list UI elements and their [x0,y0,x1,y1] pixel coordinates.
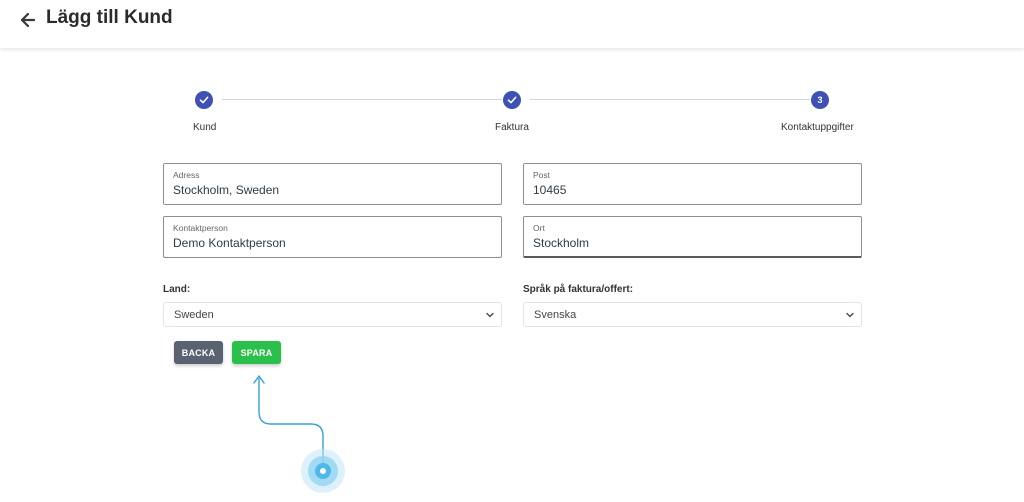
step-3-label: Kontaktuppgifter [781,122,854,133]
chevron-down-icon [486,312,494,318]
top-bar: Lägg till Kund [0,0,1024,48]
post-value[interactable]: 10465 [533,183,833,197]
country-select-value: Sweden [174,308,214,321]
contact-person-field[interactable]: Kontaktperson Demo Kontaktperson [163,216,502,258]
step-number: 3 [817,95,823,105]
city-field[interactable]: Ort Stockholm [523,216,862,258]
click-point-icon [320,468,326,474]
check-icon [507,96,517,104]
post-label: Post [533,170,551,180]
stepper: 3 Kund Faktura Kontaktuppgifter [0,82,1024,142]
back-button[interactable] [18,10,38,30]
step-2-indicator[interactable] [503,91,521,109]
step-3-indicator[interactable]: 3 [811,91,829,109]
country-label: Land: [163,284,191,295]
step-1-indicator[interactable] [195,91,213,109]
post-field[interactable]: Post 10465 [523,163,862,205]
step-connector [530,99,810,100]
city-value[interactable]: Stockholm [533,236,833,250]
language-label: Språk på faktura/offert: [523,284,634,295]
step-1-label: Kund [193,122,217,133]
language-select-value: Svenska [534,308,577,321]
back-button-form[interactable]: BACKA [174,341,223,364]
contact-person-value[interactable]: Demo Kontaktperson [173,236,473,250]
language-select[interactable]: Svenska [523,302,862,327]
address-value[interactable]: Stockholm, Sweden [173,183,473,197]
check-icon [199,96,209,104]
arrow-left-icon [21,13,35,27]
city-label: Ort [533,223,545,233]
step-connector [222,99,502,100]
chevron-down-icon [846,312,854,318]
address-field[interactable]: Adress Stockholm, Sweden [163,163,502,205]
save-button[interactable]: SPARA [232,341,281,364]
step-2-label: Faktura [495,122,529,133]
page-title: Lägg till Kund [46,7,173,28]
country-select[interactable]: Sweden [163,302,502,327]
click-hint-annotation [253,375,345,493]
contact-person-label: Kontaktperson [173,223,228,233]
address-label: Adress [173,170,200,180]
